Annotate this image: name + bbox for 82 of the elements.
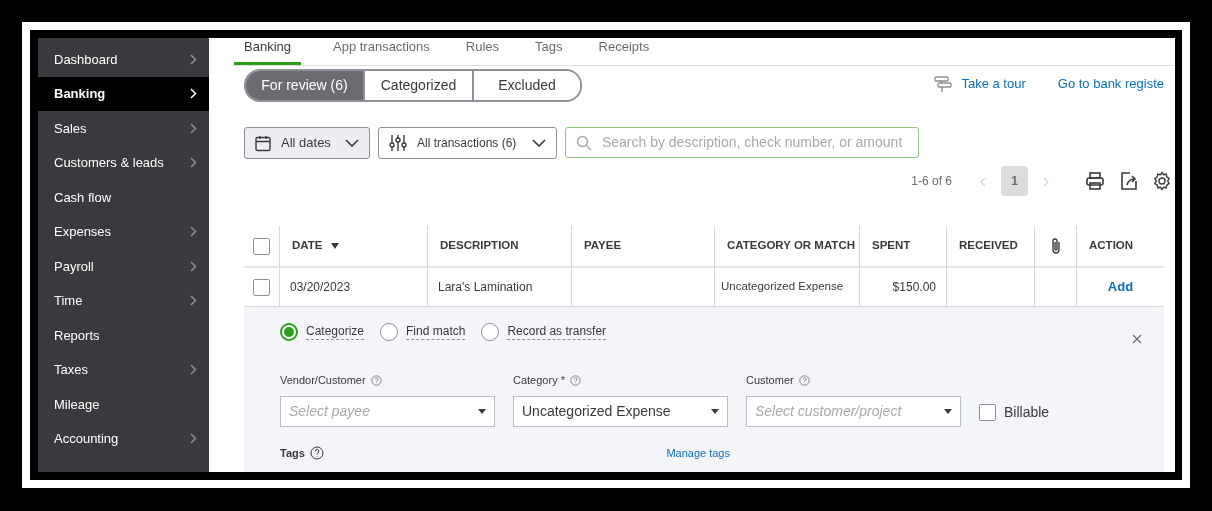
- sort-down-icon[interactable]: [331, 243, 340, 249]
- tab[interactable]: App transactions: [329, 38, 434, 65]
- radio-label[interactable]: Find match: [406, 324, 466, 340]
- radio-label[interactable]: Categorize: [306, 324, 365, 340]
- calendar-icon: [255, 134, 271, 152]
- segment-tab[interactable]: Excluded: [472, 71, 580, 100]
- radio-label[interactable]: Record as transfer: [507, 324, 607, 340]
- column-header[interactable]: RECEIVED: [959, 237, 1018, 255]
- column-header[interactable]: SPENT: [872, 237, 911, 255]
- date-cell-text: 03/20/2023: [290, 279, 351, 296]
- sidebar-item[interactable]: Taxes: [38, 352, 209, 387]
- transactions-filter-dropdown[interactable]: All transactions (6): [378, 127, 557, 159]
- chevron-icon: [190, 122, 197, 134]
- sortable-column-header[interactable]: DATE: [279, 226, 427, 268]
- export-icon[interactable]: [1120, 171, 1138, 191]
- chevron-icon: [190, 226, 197, 238]
- radio-button[interactable]: [280, 323, 298, 341]
- column-header[interactable]: PAYEE: [584, 237, 622, 255]
- search-icon: [576, 134, 592, 151]
- chevron-icon: [190, 433, 197, 445]
- tab[interactable]: Banking: [234, 38, 301, 65]
- sidebar-item[interactable]: Customers & leads: [38, 145, 209, 180]
- column-header[interactable]: DESCRIPTION: [440, 237, 519, 255]
- tags-label: Tags: [280, 446, 305, 461]
- column-header[interactable]: ACTION: [1089, 237, 1134, 255]
- sliders-icon: [389, 134, 407, 152]
- sidebar-item[interactable]: Expenses: [38, 214, 209, 249]
- billable-checkbox[interactable]: [979, 404, 996, 421]
- close-icon[interactable]: [1132, 334, 1142, 344]
- filter-label: All transactions (6): [417, 135, 518, 152]
- caret-icon: [478, 409, 486, 414]
- sidebar-item[interactable]: Sales: [38, 111, 209, 146]
- sidebar-item[interactable]: Mileage: [38, 387, 209, 422]
- select-dropdown[interactable]: Uncategorized Expense: [513, 396, 728, 427]
- chevron-icon: [190, 88, 197, 100]
- sidebar-item[interactable]: Dashboard: [38, 42, 209, 77]
- chevron-icon: [190, 157, 197, 169]
- tab[interactable]: Rules: [461, 38, 504, 65]
- segment-tab[interactable]: For review (6): [246, 71, 363, 100]
- sidebar-item[interactable]: Payroll: [38, 249, 209, 284]
- description-cell-text: Lara's Lamination: [438, 279, 533, 296]
- take-a-tour-link[interactable]: Take a tour: [961, 74, 1026, 94]
- chevron-icon: [190, 260, 197, 272]
- filter-label: All dates: [281, 134, 332, 153]
- chevron-down-icon: [345, 139, 359, 147]
- print-icon[interactable]: [1085, 171, 1105, 191]
- field-label: Customer: [746, 372, 794, 388]
- caret-icon: [944, 409, 952, 414]
- chevron-icon: [190, 295, 197, 307]
- checkbox-label: Billable: [1004, 403, 1050, 422]
- row-checkbox[interactable]: [253, 278, 270, 296]
- settings-icon[interactable]: [1152, 171, 1172, 191]
- sidebar-item[interactable]: Time: [38, 283, 209, 318]
- column-header[interactable]: CATEGORY OR MATCH: [727, 237, 855, 255]
- radio-button[interactable]: [380, 323, 399, 341]
- help-icon[interactable]: [309, 446, 324, 461]
- sidebar-item[interactable]: Accounting: [38, 421, 209, 456]
- tab[interactable]: Tags: [531, 38, 567, 65]
- sidebar-item[interactable]: Reports: [38, 318, 209, 353]
- amount-cell-text: $150.00: [892, 279, 936, 296]
- bank-register-link[interactable]: Go to bank registe: [1057, 74, 1164, 94]
- page-button[interactable]: 1: [1001, 166, 1028, 196]
- signpost-icon: [933, 74, 954, 94]
- radio-button[interactable]: [481, 323, 500, 341]
- search-field[interactable]: Search by description, check number, or amount: [565, 127, 919, 158]
- pagination-range: 1-6 of 6: [911, 173, 952, 190]
- chevron-icon: [190, 53, 197, 65]
- sidebar-item[interactable]: Banking: [38, 76, 209, 111]
- paperclip-icon: [1050, 237, 1061, 255]
- action-link[interactable]: Add: [1107, 277, 1134, 297]
- sidebar-item[interactable]: Cash flow: [38, 180, 209, 215]
- field-label: Vendor/Customer: [280, 372, 366, 388]
- category-cell-text: Uncategorized Expense: [721, 279, 844, 295]
- tab[interactable]: Receipts: [594, 38, 654, 65]
- date-filter-dropdown[interactable]: All dates: [244, 127, 370, 159]
- column-header[interactable]: DATE: [292, 237, 323, 255]
- chevron-icon: [190, 364, 197, 376]
- field-label: Category *: [513, 372, 565, 388]
- caret-icon: [711, 409, 719, 414]
- manage-tags-link[interactable]: Manage tags: [666, 445, 730, 462]
- select-all-checkbox[interactable]: [253, 237, 270, 255]
- chevron-down-icon: [532, 139, 546, 147]
